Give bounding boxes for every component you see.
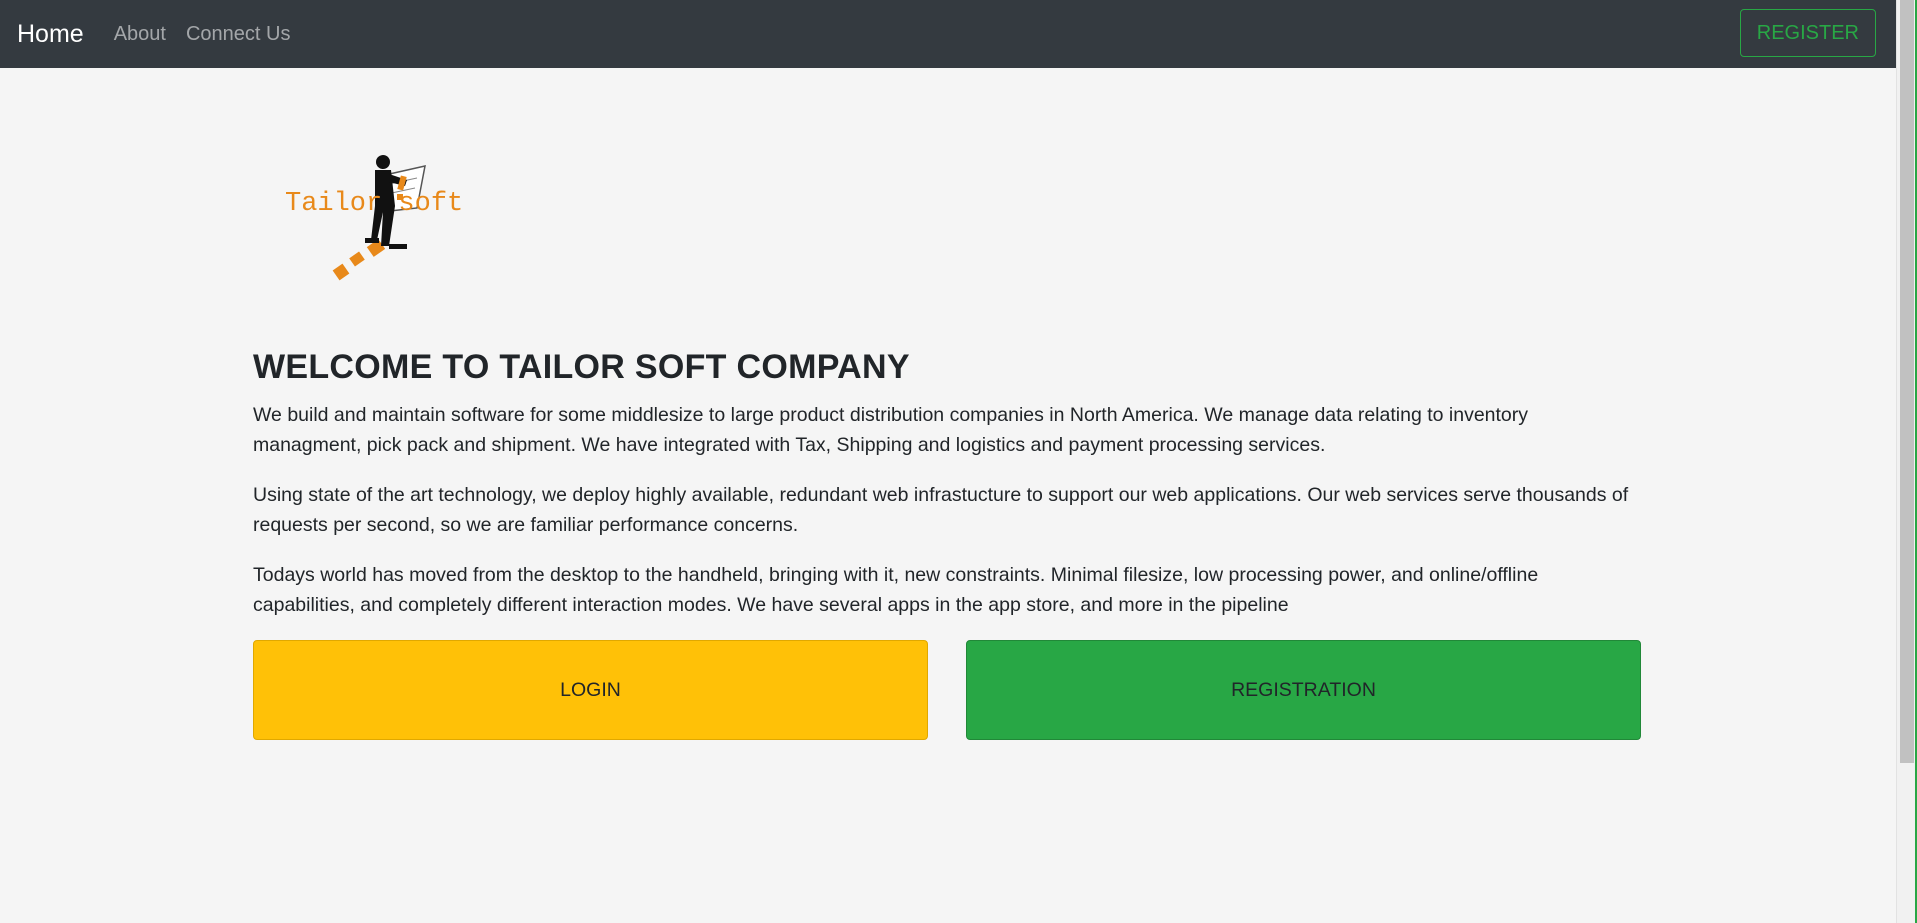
nav-about-link[interactable]: About: [114, 23, 166, 46]
scrollbar-thumb[interactable]: [1900, 0, 1914, 763]
logo-dash: [349, 251, 365, 267]
registration-button[interactable]: REGISTRATION: [966, 640, 1641, 740]
logo-wordmark: Tailor soft: [285, 189, 463, 219]
technology-paragraph: Using state of the art technology, we de…: [253, 484, 1629, 536]
logo-dash: [332, 263, 350, 281]
register-button[interactable]: REGISTER: [1739, 9, 1876, 57]
page-title: WELCOME TO TAILOR SOFT COMPANY: [253, 348, 910, 386]
logo-figure-foot: [365, 238, 379, 243]
logo-figure-head: [376, 155, 390, 169]
tailor-soft-logo: Tailor soft: [285, 155, 463, 281]
navbar: Home About Connect Us REGISTER: [0, 0, 1896, 68]
mobile-paragraph: Todays world has moved from the desktop …: [253, 564, 1539, 616]
login-button[interactable]: LOGIN: [253, 640, 928, 740]
intro-paragraph: We build and maintain software for some …: [253, 404, 1529, 456]
nav-connect-us-link[interactable]: Connect Us: [186, 23, 291, 46]
page: Home About Connect Us REGISTER Tailor so…: [0, 0, 1917, 923]
logo-figure-foot: [389, 244, 407, 249]
vertical-scrollbar[interactable]: [1896, 0, 1917, 923]
nav-home-link[interactable]: Home: [17, 20, 84, 49]
